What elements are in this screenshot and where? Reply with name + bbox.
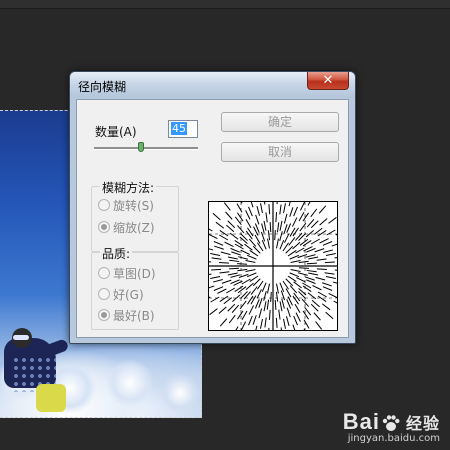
amount-slider-track[interactable] xyxy=(94,147,198,150)
watermark-logo-right: 经验 xyxy=(405,416,440,433)
close-button[interactable]: ✕ xyxy=(307,72,349,90)
close-icon: ✕ xyxy=(322,73,334,88)
blur-method-title: 模糊方法: xyxy=(100,179,157,196)
blur-method-group: 模糊方法: 旋转(S) 缩放(Z) xyxy=(91,179,179,252)
baidu-paw-icon xyxy=(382,415,400,432)
amount-slider-thumb[interactable] xyxy=(137,142,144,152)
quality-title: 品质: xyxy=(100,245,133,262)
quality-group: 品质: 草图(D) 好(G) 最好(B) xyxy=(91,245,179,330)
watermark-url: jingyan.baidu.com xyxy=(347,433,440,444)
radial-blur-dialog: 径向模糊 ✕ 数量(A) 45 确定 取消 模糊方法: 旋转(S) 缩放(Z) … xyxy=(69,71,356,346)
ok-button[interactable]: 确定 xyxy=(221,112,339,132)
radio-label: 缩放(Z) xyxy=(113,221,155,235)
radio-label: 好(G) xyxy=(113,288,144,302)
watermark-logo-left: Bai xyxy=(342,409,380,434)
radio-button[interactable] xyxy=(98,288,110,300)
radio-label: 最好(B) xyxy=(113,309,155,323)
workspace-top-bar xyxy=(0,0,450,9)
amount-input[interactable]: 45 xyxy=(168,120,198,138)
skier-figure xyxy=(0,328,70,418)
radio-good[interactable]: 好(G) xyxy=(98,286,144,303)
radio-best[interactable]: 最好(B) xyxy=(98,307,155,324)
radio-button[interactable] xyxy=(98,309,110,321)
zoom-preview-pattern xyxy=(193,186,353,346)
radio-label: 草图(D) xyxy=(113,267,156,281)
cancel-button[interactable]: 取消 xyxy=(221,142,339,162)
blur-center-preview[interactable] xyxy=(193,186,353,346)
amount-label: 数量(A) xyxy=(95,125,137,139)
radio-zoom[interactable]: 缩放(Z) xyxy=(98,219,155,236)
baidu-watermark: Bai 经验 jingyan.baidu.com xyxy=(343,409,440,444)
dialog-client-area: 数量(A) 45 确定 取消 模糊方法: 旋转(S) 缩放(Z) 品质: 草图(… xyxy=(76,99,353,346)
radio-button[interactable] xyxy=(98,221,110,233)
radio-button[interactable] xyxy=(98,199,110,211)
radio-spin[interactable]: 旋转(S) xyxy=(98,197,154,214)
amount-value: 45 xyxy=(171,122,187,135)
radio-label: 旋转(S) xyxy=(113,199,154,213)
radio-button[interactable] xyxy=(98,267,110,279)
dialog-titlebar[interactable]: 径向模糊 ✕ xyxy=(70,72,355,98)
dialog-title: 径向模糊 xyxy=(78,80,127,94)
radio-draft[interactable]: 草图(D) xyxy=(98,265,156,282)
